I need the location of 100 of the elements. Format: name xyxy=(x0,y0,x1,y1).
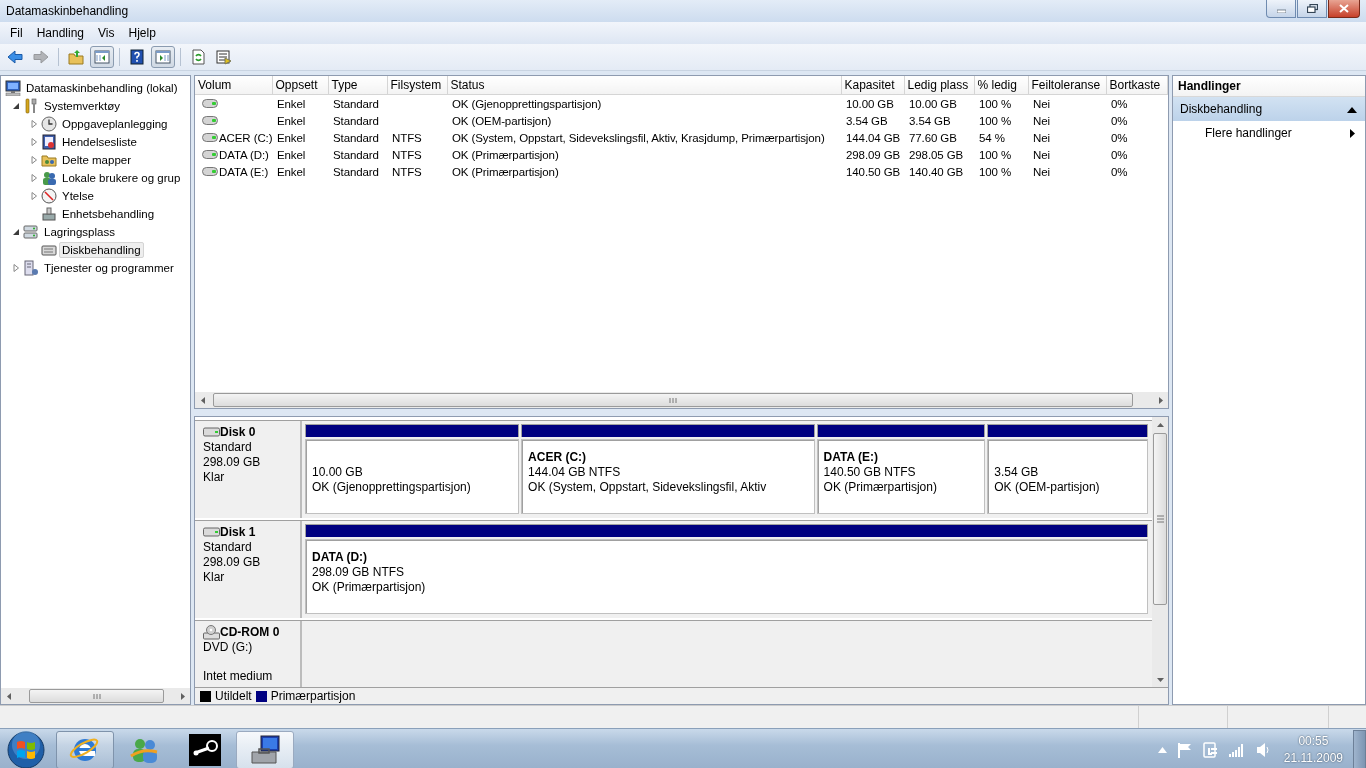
back-arrow-icon xyxy=(7,49,23,65)
tree-item[interactable]: Enhetsbehandling xyxy=(59,206,158,222)
scrollbar-thumb[interactable] xyxy=(29,689,164,703)
table-cell-text: OK (OEM-partisjon) xyxy=(451,113,553,129)
tree-item[interactable]: Systemverktøy xyxy=(41,98,124,114)
tree-item[interactable]: Lagringsplass xyxy=(41,224,118,240)
partition-box[interactable]: 10.00 GB OK (Gjenopprettingspartisjon) xyxy=(305,439,520,514)
right-arrow-icon xyxy=(1156,396,1164,404)
expander-icon[interactable] xyxy=(12,102,20,110)
table-cell-text: Nei xyxy=(1032,113,1051,129)
disk-detail: Klar xyxy=(203,470,226,485)
window-title: Datamaskinbehandling xyxy=(6,4,130,18)
table-cell-text: 100 % xyxy=(978,113,1013,129)
left-arrow-icon xyxy=(5,692,13,700)
tree-item[interactable]: Oppgaveplanlegging xyxy=(59,116,171,132)
partition-size: 140.50 GB NTFS xyxy=(823,465,917,480)
disk-detail: 298.09 GB xyxy=(203,555,262,570)
disk-name: Disk 1 xyxy=(220,525,256,539)
show-desktop-button[interactable] xyxy=(1353,729,1366,768)
legend-label: Primærpartisjon xyxy=(270,689,356,703)
column-header[interactable]: Feiltoleranse xyxy=(1028,76,1106,95)
menu-item[interactable]: Fil xyxy=(3,24,30,42)
partition-box[interactable]: ACER (C:) 144.04 GB NTFS OK (System, Oppstart, Sidevekslingsfil, Aktiv xyxy=(521,439,815,514)
tree-item[interactable]: Hendelsesliste xyxy=(59,134,140,150)
down-arrow-icon xyxy=(1156,675,1164,683)
scrollbar-thumb[interactable] xyxy=(213,393,1133,407)
table-cell-text: OK (System, Oppstart, Sidevekslingsfil, Aktiv, Krasjdump, Primærpartisjon) xyxy=(451,130,826,146)
power-plug-icon[interactable] xyxy=(1202,740,1219,759)
forward-arrow-icon xyxy=(33,49,49,65)
table-cell: Standard xyxy=(328,94,387,112)
restore-icon xyxy=(1306,4,1318,13)
panel-right-icon xyxy=(155,49,171,65)
table-cell-text: OK (Primærpartisjon) xyxy=(451,147,560,163)
flag-icon[interactable] xyxy=(1176,741,1193,758)
show-hidden-icons-button[interactable] xyxy=(1157,746,1167,753)
partition-size: 144.04 GB NTFS xyxy=(528,465,622,480)
column-header[interactable]: Ledig plass xyxy=(904,76,974,95)
computer-toolbox-icon xyxy=(249,733,281,766)
table-cell-text: 77.60 GB xyxy=(908,130,958,146)
tree-item[interactable]: Diskbehandling xyxy=(59,242,144,258)
disk-detail: Klar xyxy=(203,570,226,585)
column-header[interactable]: Type xyxy=(328,76,387,95)
table-cell-text: 54 % xyxy=(978,130,1006,146)
action-item[interactable]: Flere handlinger xyxy=(1205,126,1292,140)
tree-item[interactable]: Ytelse xyxy=(59,188,97,204)
column-header[interactable]: Status xyxy=(447,76,841,95)
clock-icon xyxy=(41,116,57,132)
column-header[interactable]: Bortkaste xyxy=(1106,76,1167,95)
restore-button[interactable] xyxy=(1297,0,1327,18)
submenu-arrow-icon xyxy=(1350,128,1355,138)
tree-item[interactable]: Tjenester og programmer xyxy=(41,260,177,276)
table-cell-text: 0% xyxy=(1110,130,1129,146)
help-icon xyxy=(129,49,145,65)
column-header[interactable]: Volum xyxy=(195,76,272,95)
table-cell-text: NTFS xyxy=(391,164,423,180)
horizontal-scrollbar[interactable] xyxy=(1,688,190,704)
partition-box[interactable]: DATA (D:) 298.09 GB NTFS OK (Primærpartisjon) xyxy=(305,539,1148,614)
table-cell-text: 100 % xyxy=(978,147,1013,163)
column-header[interactable]: Kapasitet xyxy=(841,76,904,95)
menu-item[interactable]: Handling xyxy=(29,24,92,42)
event-log-icon xyxy=(41,134,57,150)
grip-icon xyxy=(1156,515,1164,523)
partition-box[interactable]: DATA (E:) 140.50 GB NTFS OK (Primærpartisjon) xyxy=(816,439,986,514)
table-cell-text: Standard xyxy=(332,130,380,146)
users-icon xyxy=(41,170,57,186)
table-cell-text: NTFS xyxy=(391,130,423,146)
show-hide-tree-button[interactable] xyxy=(90,46,114,68)
table-cell-text: 140.40 GB xyxy=(908,164,965,180)
close-button[interactable] xyxy=(1328,0,1360,18)
horizontal-scrollbar[interactable] xyxy=(195,392,1168,408)
table-cell: Enkel xyxy=(272,94,328,112)
column-header[interactable]: Oppsett xyxy=(272,76,328,95)
taskbar-button[interactable] xyxy=(236,730,294,768)
partition-status: OK (System, Oppstart, Sidevekslingsfil, Aktiv xyxy=(528,480,768,495)
table-cell-text: 100 % xyxy=(978,164,1013,180)
collapse-triangle-icon[interactable] xyxy=(1347,105,1357,113)
signal-icon[interactable] xyxy=(1228,742,1246,757)
scrollbar-thumb[interactable] xyxy=(1153,433,1167,605)
expander-icon[interactable] xyxy=(12,228,20,236)
tree-item[interactable]: Delte mapper xyxy=(59,152,135,168)
legend-label: Utildelt xyxy=(215,689,252,703)
menu-item[interactable]: Vis xyxy=(91,24,122,42)
list-export-icon xyxy=(216,49,232,65)
tree-item[interactable]: Datamaskinbehandling (lokal) xyxy=(23,80,181,96)
partition-size: 3.54 GB xyxy=(994,465,1040,480)
close-icon xyxy=(1339,4,1349,13)
partition-box[interactable]: 3.54 GB OK (OEM-partisjon) xyxy=(987,439,1148,514)
table-cell-text: Nei xyxy=(1032,130,1051,146)
disk-detail: Standard xyxy=(203,440,253,455)
column-header[interactable]: % ledig xyxy=(974,76,1028,95)
vertical-scrollbar[interactable] xyxy=(1152,417,1168,687)
table-cell-text: 298.09 GB xyxy=(845,147,902,163)
table-cell: 100 % xyxy=(974,94,1028,112)
disk-detail: Standard xyxy=(203,540,253,555)
partition-status: OK (Gjenopprettingspartisjon) xyxy=(312,480,472,495)
menu-item[interactable]: Hjelp xyxy=(121,24,163,42)
table-cell-text: 140.50 GB xyxy=(845,164,902,180)
flag-logo-icon[interactable] xyxy=(7,730,45,768)
column-header[interactable]: Filsystem xyxy=(387,76,447,95)
tree-item[interactable]: Lokale brukere og grup xyxy=(59,170,184,186)
